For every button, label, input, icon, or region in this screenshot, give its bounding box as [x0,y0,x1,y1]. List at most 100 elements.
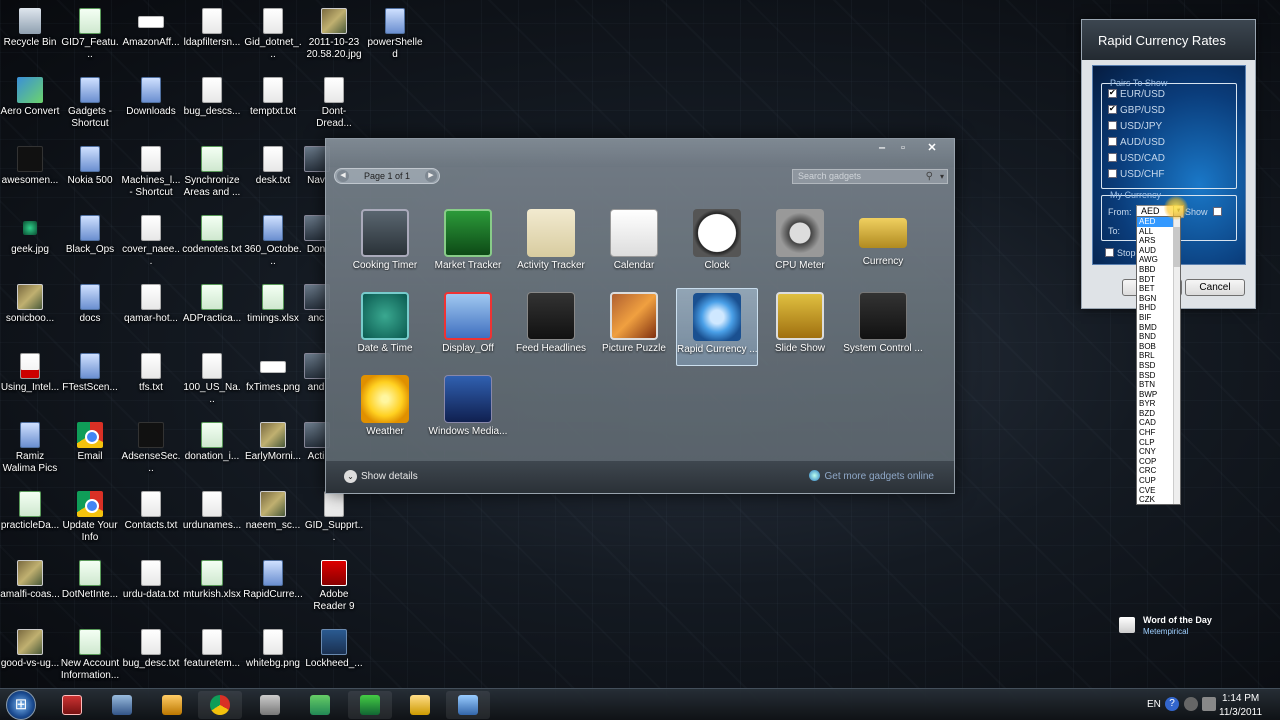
desktop-icon[interactable]: Recycle Bin [0,8,60,49]
desktop-icon[interactable]: FTestScen... [60,353,120,394]
next-page-icon[interactable]: ▶ [425,170,437,182]
desktop-icon[interactable]: Lockheed_... [304,629,364,670]
taskbar-app-6[interactable] [298,691,342,719]
desktop-icon[interactable]: GID7_Featu... [60,8,120,61]
desktop-icon[interactable]: GID_Supprt... [304,491,364,544]
desktop-icon[interactable]: Machines_l... - Shortcut [121,146,181,199]
show-option[interactable]: Show [1185,206,1225,220]
currency-pair-option[interactable]: EUR/USD [1108,87,1165,103]
language-indicator[interactable]: EN [1147,699,1161,710]
pair-checkbox[interactable] [1108,169,1117,178]
scrollbar-thumb[interactable] [1173,227,1180,267]
desktop-icon[interactable]: AdsenseSec... [121,422,181,475]
desktop-icon[interactable]: practicleDa... [0,491,60,532]
taskbar-app-2[interactable] [100,691,144,719]
desktop-icon[interactable]: Nokia 500 [60,146,120,187]
search-gadgets-input[interactable]: Search gadgets ⚲ ▾ [792,169,948,184]
desktop-icon[interactable]: 2011-10-23 20.58.20.jpg [304,8,364,61]
pair-checkbox[interactable] [1108,153,1117,162]
minimize-icon[interactable]: ‒ [871,141,893,155]
desktop-icon[interactable]: donation_i... [182,422,242,463]
desktop-icon[interactable]: Aero Convert [0,77,60,118]
pair-checkbox[interactable] [1108,87,1117,99]
start-button[interactable]: ⊞ [6,690,36,720]
gadget-tile[interactable]: Picture Puzzle [593,288,675,366]
close-icon[interactable]: ✕ [921,141,943,155]
gadget-tile[interactable]: Feed Headlines [510,288,592,366]
desktop-icon[interactable]: Dont-Dread... [304,77,364,130]
desktop-icon[interactable]: Email [60,422,120,463]
currency-pair-option[interactable]: USD/JPY [1108,121,1162,135]
taskbar-app-5[interactable] [248,691,292,719]
chevron-down-icon[interactable]: ▾ [940,170,944,183]
desktop-icon[interactable]: ldapfiltersn... [182,8,242,49]
desktop-icon[interactable]: DotNetInte... [60,560,120,601]
taskbar-app-7[interactable] [348,691,392,719]
clock-time[interactable]: 1:14 PM [1222,693,1259,704]
desktop-icon[interactable]: Gadgets - Shortcut [60,77,120,130]
taskbar-app-1[interactable] [50,691,94,719]
desktop-icon[interactable]: good-vs-ug... [0,629,60,670]
volume-icon[interactable] [1202,697,1216,711]
clock-date[interactable]: 11/3/2011 [1219,707,1262,718]
desktop-icon[interactable]: timings.xlsx [243,284,303,325]
pair-checkbox[interactable] [1108,121,1117,130]
gadget-tile[interactable]: Slide Show [759,288,841,366]
desktop-icon[interactable]: awesomen... [0,146,60,187]
help-icon[interactable]: ? [1165,697,1179,711]
desktop-icon[interactable]: 360_Octobe... [243,215,303,268]
network-icon[interactable] [1184,697,1198,711]
desktop-icon[interactable]: desk.txt [243,146,303,187]
desktop-icon[interactable]: EarlyMorni... [243,422,303,463]
desktop-icon[interactable]: Downloads [121,77,181,118]
currency-dropdown-list[interactable]: AED ALL ARS AUD AWG BBD BDT BET BGN BHD BIF BMD BND B… [1136,216,1181,505]
show-checkbox[interactable] [1213,207,1223,216]
desktop-icon[interactable]: Black_Ops [60,215,120,256]
desktop-icon[interactable]: bug_desc.txt [121,629,181,670]
gadget-tile[interactable]: Date & Time [344,288,426,366]
desktop-icon[interactable]: New Account Information... [60,629,120,682]
desktop-icon[interactable]: 100_US_Na... [182,353,242,406]
gadget-tile[interactable]: Activity Tracker [510,205,592,283]
desktop-icon[interactable]: qamar-hot... [121,284,181,325]
desktop-icon[interactable]: powerShelled [365,8,425,61]
desktop-icon[interactable]: urdunames... [182,491,242,532]
desktop-icon[interactable]: urdu-data.txt [121,560,181,601]
desktop-icon[interactable]: ADPractica... [182,284,242,325]
currency-pair-option[interactable]: AUD/USD [1108,137,1165,151]
stop-checkbox[interactable] [1105,248,1114,257]
get-more-gadgets-link[interactable]: Get more gadgets online [809,470,934,482]
taskbar-app-8[interactable] [398,691,442,719]
gadget-tile[interactable]: Windows Media... [427,371,509,449]
taskbar-chrome[interactable] [198,691,242,719]
desktop-icon[interactable]: RapidCurre... [243,560,303,601]
desktop-icon[interactable]: naeem_sc... [243,491,303,532]
prev-page-icon[interactable]: ◀ [337,170,349,182]
gadget-tile[interactable]: Rapid Currency ... [676,288,758,366]
taskbar-app-9[interactable] [446,691,490,719]
show-details-button[interactable]: ⌄ Show details [344,470,418,483]
search-icon[interactable]: ⚲ [926,170,933,183]
gadget-tile[interactable]: Display_Off [427,288,509,366]
desktop-icon[interactable]: bug_descs... [182,77,242,118]
desktop-icon[interactable]: Ramiz Walima Pics [0,422,60,475]
gadget-tile[interactable]: Market Tracker [427,205,509,283]
desktop-icon[interactable]: Gid_dotnet_... [243,8,303,61]
desktop-icon[interactable]: Contacts.txt [121,491,181,532]
taskbar-app-3[interactable] [150,691,194,719]
desktop-icon[interactable]: mturkish.xlsx [182,560,242,601]
desktop-icon[interactable]: fxTimes.png [243,353,303,394]
desktop-icon[interactable]: amalfi-coas... [0,560,60,601]
desktop-icon[interactable]: geek.jpg [0,215,60,256]
stop-option[interactable]: Stop [1105,247,1136,261]
gadget-tile[interactable]: Calendar [593,205,675,283]
dropdown-scrollbar[interactable] [1173,217,1180,504]
gadget-tile[interactable]: CPU Meter [759,205,841,283]
gadget-tile[interactable]: Weather [344,371,426,449]
currency-pair-option[interactable]: USD/CHF [1108,169,1164,183]
desktop-icon[interactable]: Update Your Info [60,491,120,544]
currency-pair-option[interactable]: USD/CAD [1108,153,1165,167]
gadget-tile[interactable]: Currency [842,205,924,283]
currency-pair-option[interactable]: GBP/USD [1108,103,1165,119]
desktop-icon[interactable]: featuretem... [182,629,242,670]
